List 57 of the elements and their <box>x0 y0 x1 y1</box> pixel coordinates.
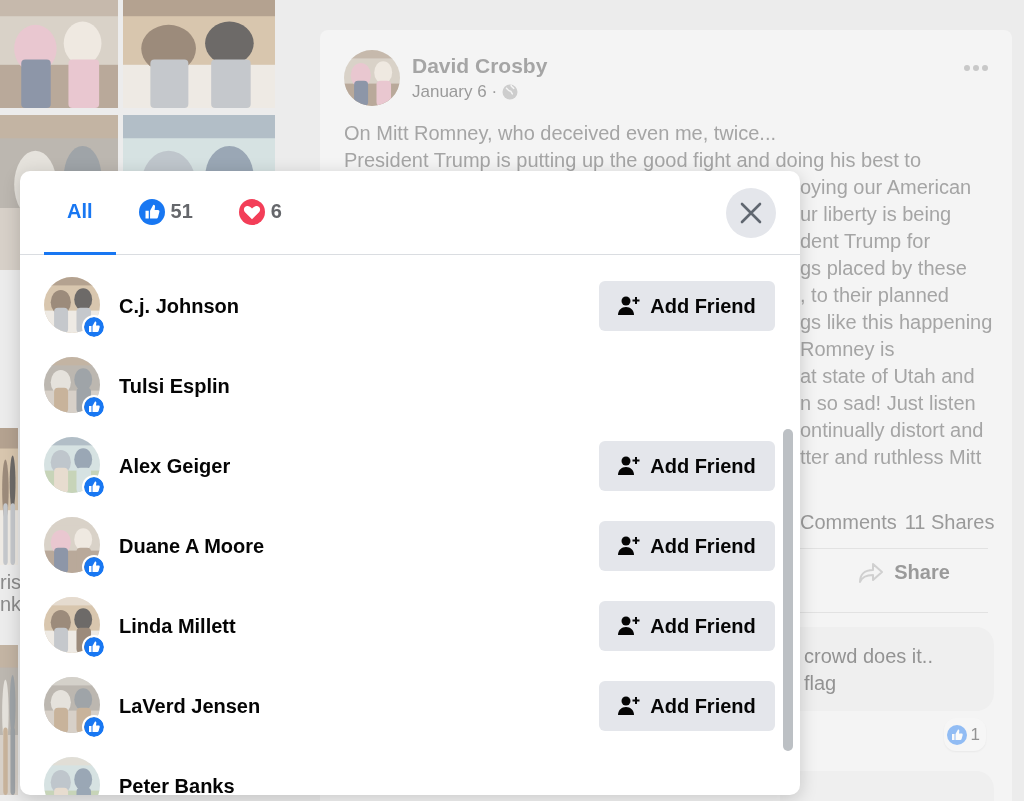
like-icon <box>82 475 106 499</box>
share-icon <box>858 561 885 584</box>
love-icon <box>238 198 265 225</box>
post-text-line: dent Trump for <box>800 229 932 254</box>
like-icon <box>82 635 106 659</box>
like-icon <box>138 198 165 225</box>
post-text-line: at state of Utah and <box>800 364 976 389</box>
add-friend-button[interactable]: Add Friend <box>599 441 775 491</box>
post-text-line: tter and ruthless Mitt <box>800 445 983 470</box>
post-text-line: gs placed by these <box>800 256 968 281</box>
globe-icon <box>502 84 519 100</box>
like-icon <box>82 715 106 739</box>
name-fragment: ris <box>0 571 18 593</box>
add-friend-button[interactable]: Add Friend <box>599 521 775 571</box>
close-icon <box>740 201 762 224</box>
like-icon <box>82 555 106 579</box>
scrollbar[interactable] <box>783 429 793 751</box>
add-friend-button[interactable]: Add Friend <box>599 681 775 731</box>
add-person-icon <box>618 696 641 716</box>
post-text-line: President Trump is putting up the good fight and doing his best to <box>344 148 923 173</box>
avatar <box>44 357 100 413</box>
person-name[interactable]: Peter Banks <box>119 774 775 795</box>
avatar <box>44 277 100 333</box>
add-person-icon <box>618 296 641 316</box>
comment-text-line: flag <box>804 671 838 696</box>
post-text-line: n so sad! Just listen <box>800 391 977 416</box>
post-text-line: ur liberty is being <box>800 202 953 227</box>
person-name[interactable]: C.j. Johnson <box>119 294 599 318</box>
person-name[interactable]: LaVerd Jensen <box>119 694 599 718</box>
close-button[interactable] <box>726 187 776 238</box>
reaction-tab[interactable]: 51 <box>115 171 216 255</box>
post-text-line: On Mitt Romney, who deceived even me, twice... <box>344 121 778 146</box>
person-name[interactable]: Duane A Moore <box>119 534 599 558</box>
add-person-icon <box>618 616 641 636</box>
person-name[interactable]: Linda Millett <box>119 614 599 638</box>
post-text-line: oying our American <box>800 175 973 200</box>
avatar <box>44 677 100 733</box>
add-person-icon <box>618 456 641 476</box>
like-icon <box>82 395 106 419</box>
avatar <box>44 437 100 493</box>
avatar <box>44 597 100 653</box>
post-text-line: , to their planned <box>800 283 950 308</box>
avatar <box>344 50 400 106</box>
post-text-line: Romney is <box>800 337 896 362</box>
like-icon <box>82 315 106 339</box>
reaction-tab[interactable]: 6 <box>215 171 305 255</box>
more-icon[interactable] <box>964 65 988 71</box>
person-name[interactable]: Tulsi Esplin <box>119 374 775 398</box>
like-icon <box>946 724 967 745</box>
comment-text-line: crowd does it.. <box>804 644 934 669</box>
add-friend-button[interactable]: Add Friend <box>599 601 775 651</box>
add-person-icon <box>618 536 641 556</box>
avatar <box>44 517 100 573</box>
add-friend-button[interactable]: Add Friend <box>599 281 775 331</box>
person-name[interactable]: Alex Geiger <box>119 454 599 478</box>
name-fragment: nk <box>0 593 18 615</box>
post-text-line: ontinually distort and <box>800 418 985 443</box>
